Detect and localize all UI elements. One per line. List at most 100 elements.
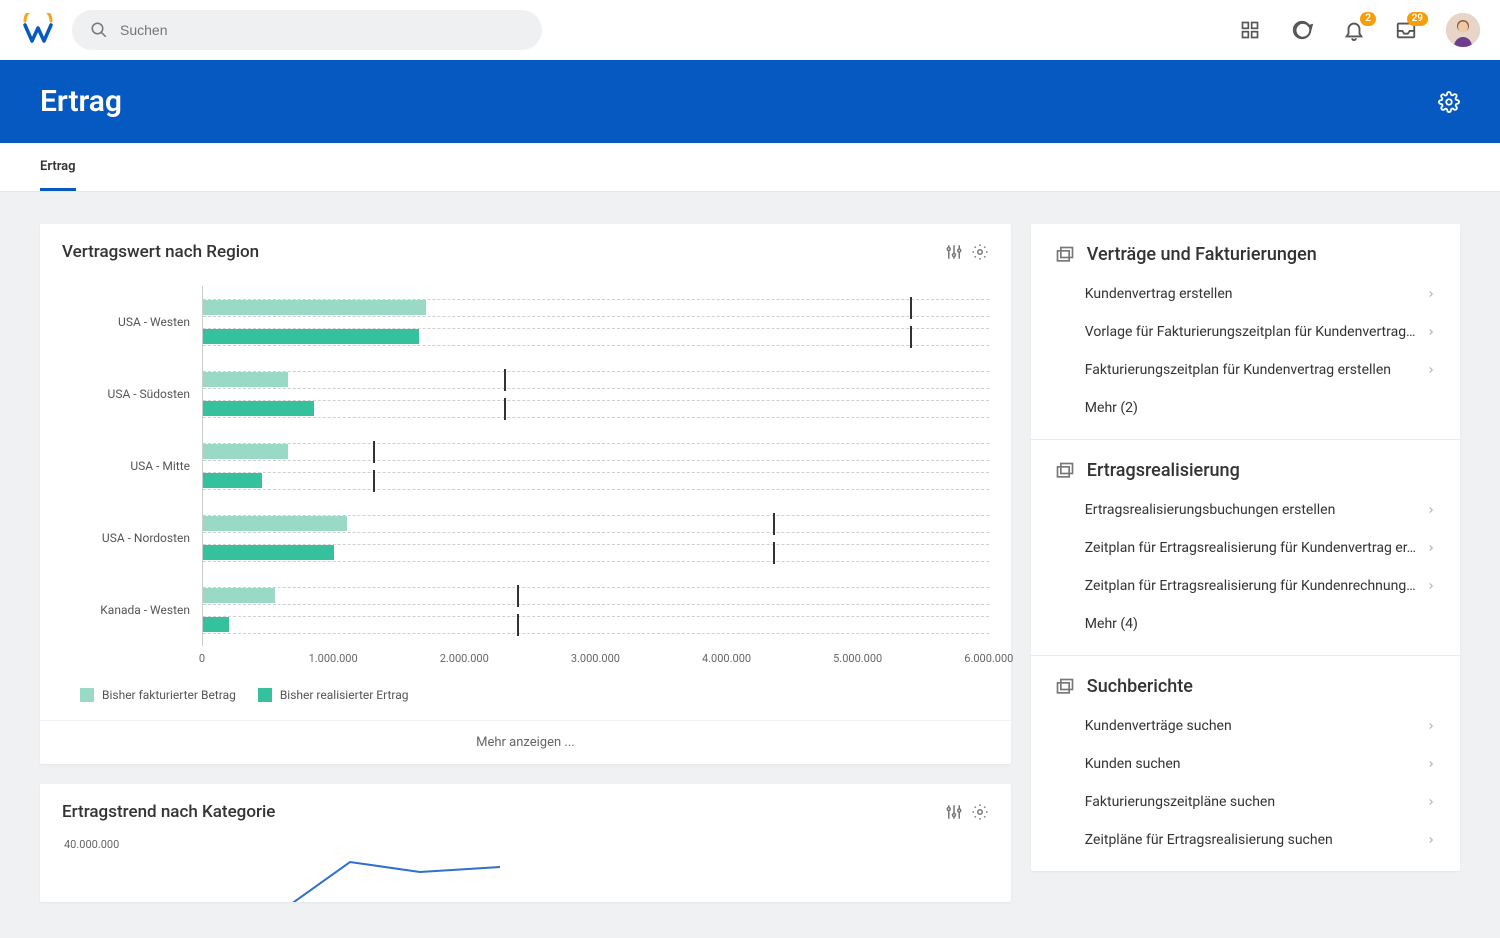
- bar-realisiert[interactable]: [203, 401, 314, 416]
- bar-realisiert[interactable]: [203, 473, 262, 488]
- worklet: ErtragsrealisierungErtragsrealisierungsb…: [1031, 439, 1460, 655]
- inbox-icon[interactable]: 29: [1394, 18, 1418, 42]
- chart-row: USA - Westen: [62, 286, 989, 358]
- bar-label: USA - Nordosten: [62, 531, 202, 545]
- search-input[interactable]: [118, 21, 524, 39]
- worklet-item[interactable]: Kunden suchen: [1055, 745, 1436, 783]
- worklet-item-label: Kundenverträge suchen: [1055, 718, 1242, 734]
- chart-vertragswert: USA - Westen USA - Südosten USA - Mitte USA…: [62, 276, 989, 672]
- target-tick: [773, 542, 775, 564]
- worklet-icon: [1055, 245, 1075, 265]
- x-tick: 0: [199, 652, 205, 665]
- page-title: Ertrag: [40, 84, 122, 119]
- topbar: 2 29: [0, 0, 1500, 60]
- chart-legend: Bisher fakturierter Betrag Bisher realis…: [80, 672, 989, 706]
- target-tick: [504, 369, 506, 391]
- chevron-right-icon: [1426, 363, 1436, 377]
- app-logo-icon[interactable]: [20, 12, 56, 48]
- chart-row: Kanada - Westen: [62, 574, 989, 646]
- chevron-right-icon: [1426, 795, 1436, 809]
- card-vertragswert: Vertragswert nach Region USA - WestenUSA…: [40, 224, 1011, 764]
- worklet-item[interactable]: Ertragsrealisierungsbuchungen erstellen: [1055, 491, 1436, 529]
- bar-fakturiert[interactable]: [203, 300, 426, 315]
- worklet-icon: [1055, 677, 1075, 697]
- worklet-item-label: Zeitplan für Ertragsrealisierung für Kun…: [1055, 540, 1426, 556]
- actions-card: Verträge und FakturierungenKundenvertrag…: [1031, 224, 1460, 871]
- bar-track: [202, 358, 989, 430]
- target-tick: [910, 326, 912, 348]
- card-title: Vertragswert nach Region: [62, 242, 935, 262]
- target-tick: [373, 470, 375, 492]
- bar-fakturiert[interactable]: [203, 372, 288, 387]
- card-ertragstrend: Ertragstrend nach Kategorie 40.000.000: [40, 784, 1011, 902]
- legend-2: Bisher realisierter Ertrag: [280, 688, 409, 702]
- card-title: Ertragstrend nach Kategorie: [62, 802, 935, 822]
- worklet-more-label: Mehr (2): [1055, 400, 1148, 416]
- chevron-right-icon: [1426, 287, 1436, 301]
- worklet-icon: [1055, 461, 1075, 481]
- x-tick: 6.000.000: [964, 652, 1013, 665]
- worklet-item[interactable]: Vorlage für Fakturierungszeitplan für Ku…: [1055, 313, 1436, 351]
- main: Vertragswert nach Region USA - WestenUSA…: [0, 192, 1500, 934]
- gear-icon[interactable]: [971, 803, 989, 821]
- tab-ertrag[interactable]: Ertrag: [40, 143, 76, 191]
- worklet-item-label: Vorlage für Fakturierungszeitplan für Ku…: [1055, 324, 1426, 340]
- chart-config-icon[interactable]: [945, 803, 963, 821]
- worklet-more[interactable]: Mehr (2): [1055, 389, 1436, 427]
- bar-realisiert[interactable]: [203, 545, 334, 560]
- bar-fakturiert[interactable]: [203, 444, 288, 459]
- worklet: Suchberichte Kundenverträge suchen Kunden …: [1031, 655, 1460, 871]
- bar-realisiert[interactable]: [203, 329, 419, 344]
- chart-b-tick: 40.000.000: [64, 838, 119, 851]
- chat-icon[interactable]: [1290, 18, 1314, 42]
- gear-icon[interactable]: [971, 243, 989, 261]
- worklet-item-label: Fakturierungszeitplan für Kundenvertrag …: [1055, 362, 1401, 378]
- show-more-link[interactable]: Mehr anzeigen ...: [40, 720, 1011, 764]
- worklet-title: Suchberichte: [1087, 676, 1193, 697]
- bar-realisiert[interactable]: [203, 617, 229, 632]
- target-tick: [773, 513, 775, 535]
- worklet-item-label: Zeitpläne für Ertragsrealisierung suchen: [1055, 832, 1343, 848]
- bar-label: USA - Mitte: [62, 459, 202, 473]
- worklet-item[interactable]: Kundenverträge suchen: [1055, 707, 1436, 745]
- chevron-right-icon: [1426, 719, 1436, 733]
- bar-track: [202, 430, 989, 502]
- chart-row: USA - Südosten: [62, 358, 989, 430]
- target-tick: [517, 585, 519, 607]
- worklet-item-label: Kundenvertrag erstellen: [1055, 286, 1243, 302]
- bar-label: USA - Westen: [62, 315, 202, 329]
- worklet-item-label: Ertragsrealisierungsbuchungen erstellen: [1055, 502, 1346, 518]
- target-tick: [517, 614, 519, 636]
- tabstrip: Ertrag: [0, 143, 1500, 192]
- notifications-badge: 2: [1360, 12, 1376, 26]
- worklet-more[interactable]: Mehr (4): [1055, 605, 1436, 643]
- chevron-right-icon: [1426, 757, 1436, 771]
- settings-icon[interactable]: [1438, 91, 1460, 113]
- chart-row: USA - Mitte: [62, 430, 989, 502]
- worklet-item[interactable]: Zeitplan für Ertragsrealisierung für Kun…: [1055, 529, 1436, 567]
- worklet-item[interactable]: Zeitplan für Ertragsrealisierung für Kun…: [1055, 567, 1436, 605]
- worklet-more-label: Mehr (4): [1055, 616, 1148, 632]
- worklet-item[interactable]: Zeitpläne für Ertragsrealisierung suchen: [1055, 821, 1436, 859]
- chart-config-icon[interactable]: [945, 243, 963, 261]
- bar-track: [202, 286, 989, 358]
- apps-icon[interactable]: [1238, 18, 1262, 42]
- notifications-icon[interactable]: 2: [1342, 18, 1366, 42]
- worklet-item[interactable]: Fakturierungszeitpläne suchen: [1055, 783, 1436, 821]
- target-tick: [373, 441, 375, 463]
- worklet-item-label: Fakturierungszeitpläne suchen: [1055, 794, 1285, 810]
- chevron-right-icon: [1426, 579, 1436, 593]
- top-icons: 2 29: [1238, 13, 1480, 47]
- avatar[interactable]: [1446, 13, 1480, 47]
- x-tick: 3.000.000: [571, 652, 620, 665]
- bar-fakturiert[interactable]: [203, 516, 347, 531]
- chevron-right-icon: [1426, 833, 1436, 847]
- chevron-right-icon: [1426, 541, 1436, 555]
- bar-fakturiert[interactable]: [203, 588, 275, 603]
- inbox-badge: 29: [1407, 12, 1428, 26]
- bar-track: [202, 502, 989, 574]
- worklet-item[interactable]: Kundenvertrag erstellen: [1055, 275, 1436, 313]
- worklet-item[interactable]: Fakturierungszeitplan für Kundenvertrag …: [1055, 351, 1436, 389]
- search-box[interactable]: [72, 10, 542, 50]
- legend-1: Bisher fakturierter Betrag: [102, 688, 236, 702]
